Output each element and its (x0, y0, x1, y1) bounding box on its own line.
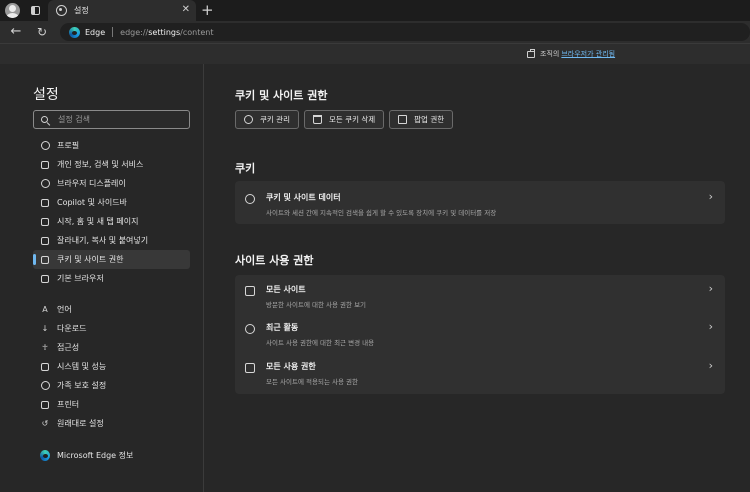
toolbar: ← ↻ Edge edge://settings/content (0, 21, 750, 43)
gear-icon (56, 5, 67, 16)
download-icon: ↓ (41, 324, 49, 333)
sidebar-item-profile[interactable]: 프로필 (33, 136, 190, 155)
page-title: 쿠키 및 사이트 권한 (235, 89, 328, 102)
profile-icon (40, 141, 50, 151)
all-sites-row[interactable]: 모든 사이트 방문한 사이트에 대한 사용 권한 보기 › (235, 275, 725, 313)
accessibility-icon: ☥ (42, 343, 48, 352)
sidebar-item-share-copy[interactable]: 잘라내기, 복사 및 붙여넣기 (33, 231, 190, 250)
trash-icon (312, 115, 322, 124)
address-divider (112, 27, 114, 37)
default-browser-icon (40, 274, 50, 284)
palette-icon (40, 179, 50, 189)
language-icon: A (42, 305, 48, 314)
profile-avatar-icon[interactable] (5, 3, 20, 18)
row-desc: 사이트 사용 권한에 대한 최근 변경 내용 (266, 339, 375, 347)
site-permissions-icon (40, 255, 50, 265)
row-title: 최근 활동 (266, 323, 299, 332)
tab-close-button[interactable]: ✕ (182, 5, 190, 15)
new-tab-button[interactable]: + (201, 1, 214, 19)
share-icon (40, 236, 50, 246)
sidebar-item-family[interactable]: 가족 보호 설정 (33, 376, 190, 395)
managed-bar: 조직의 브라우저가 관리됨 (0, 43, 750, 64)
sidebar-icon (40, 198, 50, 208)
row-desc: 사이트와 세션 간에 지속적인 검색을 쉽게 할 수 있도록 장치에 쿠키 및 … (266, 209, 497, 217)
row-title: 쿠키 및 사이트 데이터 (266, 193, 341, 202)
cookies-heading: 쿠키 (235, 162, 256, 175)
sidebar-item-copilot[interactable]: Copilot 및 사이드바 (33, 193, 190, 212)
family-icon (40, 381, 50, 391)
sidebar-item-languages[interactable]: A 언어 (33, 300, 190, 319)
cookie-actions: 쿠키 관리 모든 쿠키 삭제 팝업 권한 (235, 110, 454, 129)
manage-cookies-button[interactable]: 쿠키 관리 (235, 110, 299, 129)
edge-logo-icon (69, 26, 80, 38)
chevron-right-icon: › (708, 359, 713, 372)
back-button[interactable]: ← (8, 24, 24, 40)
sidebar: 설정 프로필 개인 정보, 검색 및 서비스 브라우저 디스플레이 Copilo… (0, 64, 204, 492)
url-text[interactable]: edge://settings/content (120, 28, 213, 37)
sidebar-item-cookies[interactable]: 쿠키 및 사이트 권한 (33, 250, 190, 269)
permissions-icon (245, 363, 255, 373)
reload-button[interactable]: ↻ (34, 24, 50, 40)
tab-settings[interactable]: 설정 ✕ (48, 0, 196, 21)
sidebar-title: 설정 (33, 87, 59, 103)
sidebar-item-downloads[interactable]: ↓ 다운로드 (33, 319, 190, 338)
printer-icon (40, 400, 50, 410)
popup-permissions-button[interactable]: 팝업 권한 (389, 110, 454, 129)
all-sites-icon (245, 286, 255, 296)
sidebar-item-start-home[interactable]: 시작, 홈 및 새 탭 페이지 (33, 212, 190, 231)
sidebar-item-privacy[interactable]: 개인 정보, 검색 및 서비스 (33, 155, 190, 174)
cookies-card: 쿠키 및 사이트 데이터 사이트와 세션 간에 지속적인 검색을 쉽게 할 수 … (235, 181, 725, 224)
edge-icon (40, 450, 50, 461)
main-content: 쿠키 및 사이트 권한 쿠키 관리 모든 쿠키 삭제 팝업 권한 쿠키 쿠키 및… (205, 64, 750, 492)
lock-icon (40, 160, 50, 170)
home-icon (40, 217, 50, 227)
search-icon (41, 116, 48, 123)
delete-all-cookies-button[interactable]: 모든 쿠키 삭제 (303, 110, 385, 129)
sidebar-item-about[interactable]: Microsoft Edge 정보 (33, 446, 190, 465)
cookie-icon (245, 194, 255, 204)
sidebar-item-accessibility[interactable]: ☥ 접근성 (33, 338, 190, 357)
address-bar[interactable]: Edge edge://settings/content (60, 23, 750, 41)
chevron-right-icon: › (708, 320, 713, 333)
sidebar-item-system[interactable]: 시스템 및 성능 (33, 357, 190, 376)
managed-text: 조직의 (540, 50, 560, 58)
cookie-icon (244, 115, 253, 124)
clock-icon (245, 324, 255, 334)
sidebar-item-printers[interactable]: 프린터 (33, 395, 190, 414)
system-icon (40, 362, 50, 372)
all-permissions-row[interactable]: 모든 사용 권한 모든 사이트에 적용되는 사용 권한 › (235, 352, 725, 390)
tab-actions-icon[interactable] (28, 3, 43, 18)
search-input[interactable] (58, 115, 178, 124)
row-title: 모든 사용 권한 (266, 362, 316, 371)
site-permissions-card: 모든 사이트 방문한 사이트에 대한 사용 권한 보기 › 최근 활동 사이트 … (235, 275, 725, 394)
chevron-right-icon: › (708, 190, 713, 203)
tab-strip: 설정 ✕ + (0, 0, 750, 21)
tab-title: 설정 (74, 6, 89, 15)
recent-activity-row[interactable]: 최근 활동 사이트 사용 권한에 대한 최근 변경 내용 › (235, 313, 725, 351)
popup-icon (398, 115, 408, 124)
reset-icon: ↺ (41, 419, 49, 428)
cookies-site-data-row[interactable]: 쿠키 및 사이트 데이터 사이트와 세션 간에 지속적인 검색을 쉽게 할 수 … (235, 183, 725, 221)
row-desc: 방문한 사이트에 대한 사용 권한 보기 (266, 301, 367, 309)
row-desc: 모든 사이트에 적용되는 사용 권한 (266, 378, 358, 386)
managed-link[interactable]: 브라우저가 관리됨 (561, 49, 615, 59)
site-permissions-heading: 사이트 사용 권한 (235, 254, 314, 267)
chevron-right-icon: › (708, 282, 713, 295)
row-title: 모든 사이트 (266, 285, 306, 294)
settings-page: 설정 프로필 개인 정보, 검색 및 서비스 브라우저 디스플레이 Copilo… (0, 64, 750, 492)
sidebar-item-default-browser[interactable]: 기본 브라우저 (33, 269, 190, 288)
briefcase-icon (527, 48, 535, 58)
sidebar-item-appearance[interactable]: 브라우저 디스플레이 (33, 174, 190, 193)
browser-name: Edge (85, 27, 106, 37)
sidebar-item-reset[interactable]: ↺ 원래대로 설정 (33, 414, 190, 433)
search-box[interactable] (33, 110, 190, 129)
